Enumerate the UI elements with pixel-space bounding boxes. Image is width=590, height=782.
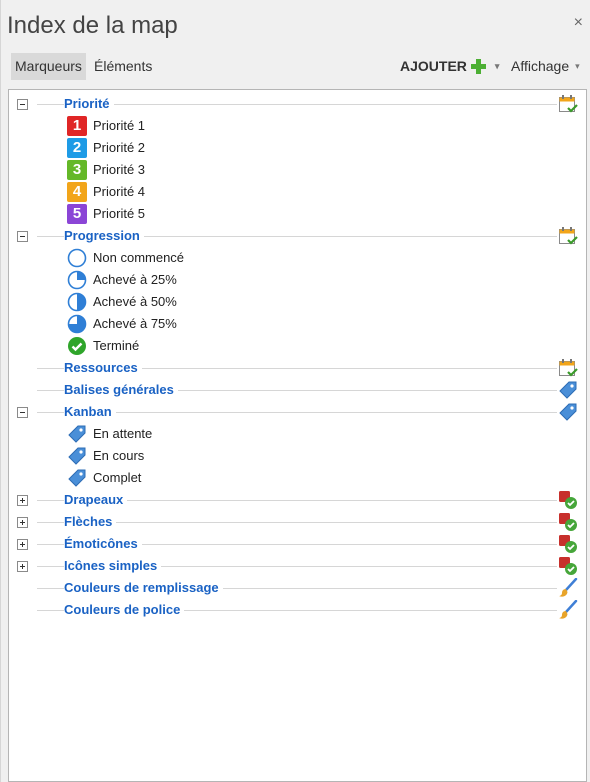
paintbrush-icon[interactable] xyxy=(558,600,578,620)
group-progression[interactable]: Progression xyxy=(9,225,586,247)
group-drapeaux[interactable]: Drapeaux xyxy=(9,489,586,511)
marker-label: Achevé à 25% xyxy=(93,272,177,287)
tag-icon[interactable] xyxy=(558,402,578,422)
progress-50-icon xyxy=(67,292,87,312)
chevron-down-icon: ▾ xyxy=(494,60,500,71)
marker-check-icon[interactable] xyxy=(558,556,578,576)
progress-0-icon xyxy=(67,248,87,268)
tag-icon xyxy=(68,469,86,487)
expand-icon[interactable] xyxy=(17,539,28,550)
group-ressources[interactable]: Ressources xyxy=(9,357,586,379)
paintbrush-icon[interactable] xyxy=(558,578,578,598)
group-title: Couleurs de police xyxy=(64,602,185,617)
view-label: Affichage xyxy=(511,58,570,74)
priority-4-icon: 4 xyxy=(67,182,87,202)
toolbar: Marqueurs Éléments AJOUTER ▾ Affichage ▾ xyxy=(1,48,590,86)
add-button[interactable]: AJOUTER ▾ xyxy=(400,58,499,74)
progress-75-icon xyxy=(67,314,87,334)
plus-icon xyxy=(470,59,486,74)
group-priorite[interactable]: Priorité xyxy=(9,93,586,115)
group-title: Drapeaux xyxy=(64,492,128,507)
marker-label: En attente xyxy=(93,426,153,441)
group-title: Ressources xyxy=(64,360,142,375)
add-label: AJOUTER xyxy=(400,58,467,74)
tag-icon xyxy=(68,425,86,443)
map-index-panel: Index de la map × Marqueurs Éléments AJO… xyxy=(0,0,590,782)
marker-tree: Priorité 1 Priorité 1 2 Priorité 2 3 Pri… xyxy=(8,89,587,782)
check-circle-icon xyxy=(68,337,86,355)
group-title: Émoticônes xyxy=(64,536,142,551)
marker-label: En cours xyxy=(93,448,145,463)
marker-label: Achevé à 75% xyxy=(93,316,177,331)
priority-3-icon: 3 xyxy=(67,160,87,180)
marker-label: Priorité 1 xyxy=(93,118,146,133)
marker-check-icon[interactable] xyxy=(558,490,578,510)
marker-label: Priorité 2 xyxy=(93,140,146,155)
group-title: Icônes simples xyxy=(64,558,162,573)
expand-icon[interactable] xyxy=(17,495,28,506)
priority-5-icon: 5 xyxy=(67,204,87,224)
collapse-icon[interactable] xyxy=(17,231,28,242)
chevron-down-icon: ▾ xyxy=(575,60,580,71)
marker-label: Achevé à 50% xyxy=(93,294,177,309)
tag-icon xyxy=(68,447,86,465)
tag-icon[interactable] xyxy=(558,380,578,400)
marker-check-icon[interactable] xyxy=(558,512,578,532)
panel-title: Index de la map xyxy=(7,12,178,39)
group-title: Kanban xyxy=(64,404,116,419)
view-dropdown[interactable]: Affichage ▾ xyxy=(511,58,580,74)
group-title: Progression xyxy=(64,228,144,243)
marker-label: Priorité 4 xyxy=(93,184,146,199)
progress-25-icon xyxy=(67,270,87,290)
calendar-check-icon[interactable] xyxy=(558,226,578,246)
close-icon[interactable]: × xyxy=(574,14,583,32)
marker-label: Priorité 5 xyxy=(93,206,146,221)
marker-label: Non commencé xyxy=(93,250,185,265)
group-title: Balises générales xyxy=(64,382,178,397)
group-fleches[interactable]: Flèches xyxy=(9,511,586,533)
group-title: Couleurs de remplissage xyxy=(64,580,223,595)
group-icones-simples[interactable]: Icônes simples xyxy=(9,555,586,577)
collapse-icon[interactable] xyxy=(17,99,28,110)
priority-1-icon: 1 xyxy=(67,116,87,136)
expand-icon[interactable] xyxy=(17,517,28,528)
collapse-icon[interactable] xyxy=(17,407,28,418)
group-couleurs-remplissage[interactable]: Couleurs de remplissage xyxy=(9,577,586,599)
marker-check-icon[interactable] xyxy=(558,534,578,554)
group-balises-generales[interactable]: Balises générales xyxy=(9,379,586,401)
marker-label: Terminé xyxy=(93,338,140,353)
priority-2-icon: 2 xyxy=(67,138,87,158)
group-title: Priorité xyxy=(64,96,114,111)
marker-label: Complet xyxy=(93,470,142,485)
panel-titlebar: Index de la map × xyxy=(1,0,590,48)
group-kanban[interactable]: Kanban xyxy=(9,401,586,423)
calendar-check-icon[interactable] xyxy=(558,94,578,114)
marker-label: Priorité 3 xyxy=(93,162,146,177)
calendar-check-icon[interactable] xyxy=(558,358,578,378)
tab-marqueurs[interactable]: Marqueurs xyxy=(11,53,86,80)
group-emoticones[interactable]: Émoticônes xyxy=(9,533,586,555)
expand-icon[interactable] xyxy=(17,561,28,572)
group-couleurs-police[interactable]: Couleurs de police xyxy=(9,599,586,621)
divider xyxy=(37,104,557,105)
group-title: Flèches xyxy=(64,514,117,529)
tab-elements[interactable]: Éléments xyxy=(90,53,156,80)
